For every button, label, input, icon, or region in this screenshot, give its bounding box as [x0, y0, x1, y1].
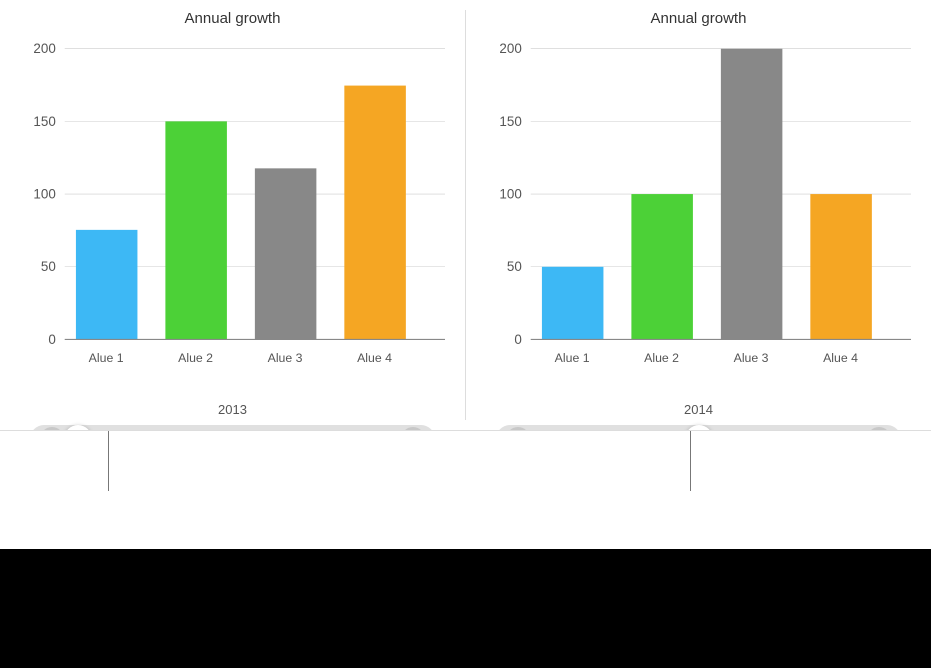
- svg-text:Alue 4: Alue 4: [357, 351, 392, 365]
- bar-1-2: [165, 121, 227, 339]
- svg-text:Alue 3: Alue 3: [268, 351, 303, 365]
- chart-1-title: Annual growth: [185, 10, 281, 27]
- charts-area: Annual growth 200 150 100 50 0: [0, 0, 931, 430]
- svg-text:0: 0: [48, 332, 55, 347]
- chart-2-svg: 200 150 100 50 0 Alue 1 Alue 2 Alue 3: [486, 35, 911, 398]
- chart-2-year: 2014: [684, 398, 713, 425]
- chart-1-svg: 200 150 100 50 0 Alue 1 Alue 2 Alue: [20, 35, 445, 398]
- svg-text:200: 200: [33, 41, 55, 56]
- svg-text:Alue 3: Alue 3: [734, 351, 769, 365]
- svg-text:50: 50: [507, 259, 522, 274]
- bar-1-4: [344, 86, 406, 340]
- chart-1-year: 2013: [218, 398, 247, 425]
- svg-text:Alue 4: Alue 4: [823, 351, 858, 365]
- svg-text:Alue 1: Alue 1: [555, 351, 590, 365]
- annotation-right: [690, 431, 691, 491]
- svg-text:150: 150: [33, 114, 55, 129]
- bar-2-2: [631, 194, 693, 339]
- svg-text:150: 150: [499, 114, 521, 129]
- bar-1-3: [255, 168, 317, 339]
- annotation-area: [0, 430, 931, 549]
- bar-1-1: [76, 230, 138, 340]
- annotation-left: [108, 431, 109, 491]
- chart-1-container: Annual growth 200 150 100 50 0: [0, 0, 465, 430]
- svg-text:0: 0: [514, 332, 521, 347]
- svg-text:100: 100: [33, 187, 55, 202]
- svg-text:50: 50: [41, 259, 56, 274]
- svg-text:Alue 1: Alue 1: [89, 351, 124, 365]
- chart-2-title: Annual growth: [651, 10, 747, 27]
- chart-2-area: 200 150 100 50 0 Alue 1 Alue 2 Alue 3: [486, 35, 911, 398]
- svg-text:Alue 2: Alue 2: [644, 351, 679, 365]
- annotation-left-line: [108, 431, 109, 491]
- bar-2-4: [810, 194, 872, 339]
- svg-text:200: 200: [499, 41, 521, 56]
- chart-2-container: Annual growth 200 150 100 50 0: [466, 0, 931, 430]
- svg-text:Alue 2: Alue 2: [178, 351, 213, 365]
- chart-1-area: 200 150 100 50 0 Alue 1 Alue 2 Alue: [20, 35, 445, 398]
- svg-text:100: 100: [499, 187, 521, 202]
- bar-2-3: [721, 49, 783, 340]
- annotation-right-line: [690, 431, 691, 491]
- bar-2-1: [542, 267, 604, 340]
